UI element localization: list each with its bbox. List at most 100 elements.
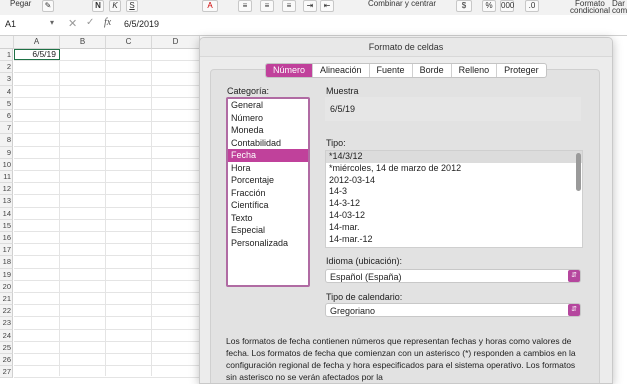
tab-alineacion[interactable]: Alineación — [313, 64, 370, 77]
type-list-scrollbar[interactable] — [576, 153, 581, 191]
column-header-d[interactable]: D — [152, 36, 200, 49]
category-general[interactable]: General — [228, 99, 308, 112]
decimal-icon[interactable]: .0 — [525, 0, 539, 12]
enter-icon[interactable]: ✓ — [86, 17, 94, 28]
italic-button[interactable]: K — [109, 0, 121, 12]
bold-button[interactable]: N — [92, 0, 104, 12]
row-header[interactable]: 16 — [0, 232, 13, 245]
outdent-icon[interactable]: ⇤ — [320, 0, 334, 12]
percent-icon[interactable]: % — [482, 0, 496, 12]
locale-select[interactable]: Español (España) ⇵ — [325, 269, 581, 283]
row-header[interactable]: 3 — [0, 73, 13, 86]
currency-icon[interactable]: $ — [456, 0, 472, 12]
category-fecha[interactable]: Fecha — [228, 149, 308, 162]
category-moneda[interactable]: Moneda — [228, 124, 308, 137]
category-especial[interactable]: Especial — [228, 224, 308, 237]
row-header[interactable]: 7 — [0, 122, 13, 135]
row-header[interactable]: 24 — [0, 329, 13, 342]
row-header[interactable]: 25 — [0, 341, 13, 354]
ribbon: Pegar ✎ N K S A ≡ ≡ ≡ ⇥ ⇤ Combinar y cen… — [0, 0, 627, 16]
align-left-icon[interactable]: ≡ — [238, 0, 252, 12]
row-header[interactable]: 6 — [0, 110, 13, 123]
row-header[interactable]: 9 — [0, 146, 13, 159]
brush-icon[interactable]: ✎ — [42, 0, 54, 12]
conditional-format-label-2[interactable]: condicional — [570, 6, 610, 15]
column-header-b[interactable]: B — [60, 36, 106, 49]
category-porcentaje[interactable]: Porcentaje — [228, 174, 308, 187]
type-item[interactable]: 14-3 — [326, 186, 582, 198]
row-header[interactable]: 15 — [0, 219, 13, 232]
tab-fuente[interactable]: Fuente — [370, 64, 413, 77]
name-box-dropdown-icon[interactable]: ▾ — [50, 18, 54, 27]
formula-input[interactable]: 6/5/2019 — [124, 19, 159, 29]
category-numero[interactable]: Número — [228, 112, 308, 125]
thousands-icon[interactable]: 000 — [500, 0, 514, 12]
row-header[interactable]: 20 — [0, 280, 13, 293]
format-cells-dialog: Formato de celdas Categoría: Muestra Tip… — [199, 37, 613, 384]
sample-preview: 6/5/19 — [325, 97, 581, 121]
align-right-icon[interactable]: ≡ — [282, 0, 296, 12]
type-item[interactable]: *miércoles, 14 de marzo de 2012 — [326, 163, 582, 175]
cell-a1[interactable]: 6/5/19 — [14, 49, 60, 60]
row-header[interactable]: 2 — [0, 61, 13, 74]
row-header[interactable]: 10 — [0, 158, 13, 171]
row-header[interactable]: 8 — [0, 134, 13, 147]
insert-function-icon[interactable]: fx — [104, 17, 111, 28]
row-header[interactable]: 23 — [0, 317, 13, 330]
type-list[interactable]: *14/3/12 *miércoles, 14 de marzo de 2012… — [325, 150, 583, 248]
paste-label[interactable]: Pegar — [10, 0, 31, 8]
locale-label: Idioma (ubicación): — [326, 256, 403, 266]
row-header[interactable]: 14 — [0, 207, 13, 220]
align-center-icon[interactable]: ≡ — [260, 0, 274, 12]
category-fraccion[interactable]: Fracción — [228, 187, 308, 200]
tab-numero[interactable]: Número — [266, 64, 314, 77]
type-item[interactable]: 2012-03-14 — [326, 175, 582, 187]
type-item[interactable]: 14-mar. — [326, 222, 582, 234]
category-label: Categoría: — [227, 86, 270, 96]
column-header-c[interactable]: C — [106, 36, 152, 49]
indent-icon[interactable]: ⇥ — [303, 0, 317, 12]
category-contabilidad[interactable]: Contabilidad — [228, 137, 308, 150]
row-header[interactable]: 26 — [0, 354, 13, 367]
category-list[interactable]: General Número Moneda Contabilidad Fecha… — [226, 97, 310, 287]
tab-proteger[interactable]: Proteger — [497, 64, 546, 77]
sample-label: Muestra — [326, 86, 359, 96]
dialog-title: Formato de celdas — [200, 38, 612, 57]
row-header[interactable]: 1 — [0, 49, 13, 62]
formula-bar: A1 ▾ ✕ ✓ fx 6/5/2019 — [0, 15, 627, 36]
format-as-table-label-2[interactable]: como — [612, 6, 627, 15]
row-header[interactable]: 12 — [0, 183, 13, 196]
row-header[interactable]: 13 — [0, 195, 13, 208]
calendar-value: Gregoriano — [330, 306, 376, 316]
type-item[interactable]: 14-mar.-12 — [326, 234, 582, 246]
corner-select-all[interactable] — [0, 36, 14, 49]
calendar-label: Tipo de calendario: — [326, 292, 403, 302]
category-texto[interactable]: Texto — [228, 212, 308, 225]
row-header[interactable]: 18 — [0, 256, 13, 269]
type-item[interactable]: *14/3/12 — [326, 151, 582, 163]
row-header[interactable]: 4 — [0, 85, 13, 98]
row-header[interactable]: 11 — [0, 171, 13, 184]
row-header[interactable]: 17 — [0, 244, 13, 257]
type-item[interactable]: 14-03-12 — [326, 210, 582, 222]
row-header[interactable]: 19 — [0, 268, 13, 281]
category-hora[interactable]: Hora — [228, 162, 308, 175]
row-header[interactable]: 27 — [0, 366, 13, 379]
cancel-icon[interactable]: ✕ — [68, 17, 77, 30]
row-header[interactable]: 21 — [0, 293, 13, 306]
chevron-updown-icon[interactable]: ⇵ — [568, 270, 580, 282]
underline-button[interactable]: S — [126, 0, 138, 12]
name-box[interactable]: A1 — [5, 19, 16, 29]
chevron-updown-icon[interactable]: ⇵ — [568, 304, 580, 316]
category-personalizada[interactable]: Personalizada — [228, 237, 308, 250]
font-color-icon[interactable]: A — [202, 0, 218, 12]
category-cientifica[interactable]: Científica — [228, 199, 308, 212]
calendar-select[interactable]: Gregoriano ⇵ — [325, 303, 581, 317]
type-item[interactable]: 14-3-12 — [326, 198, 582, 210]
tab-relleno[interactable]: Relleno — [452, 64, 498, 77]
column-header-a[interactable]: A — [14, 36, 60, 49]
row-header[interactable]: 22 — [0, 305, 13, 318]
merge-center-button[interactable]: Combinar y centrar — [368, 0, 436, 8]
tab-borde[interactable]: Borde — [413, 64, 452, 77]
row-header[interactable]: 5 — [0, 97, 13, 110]
